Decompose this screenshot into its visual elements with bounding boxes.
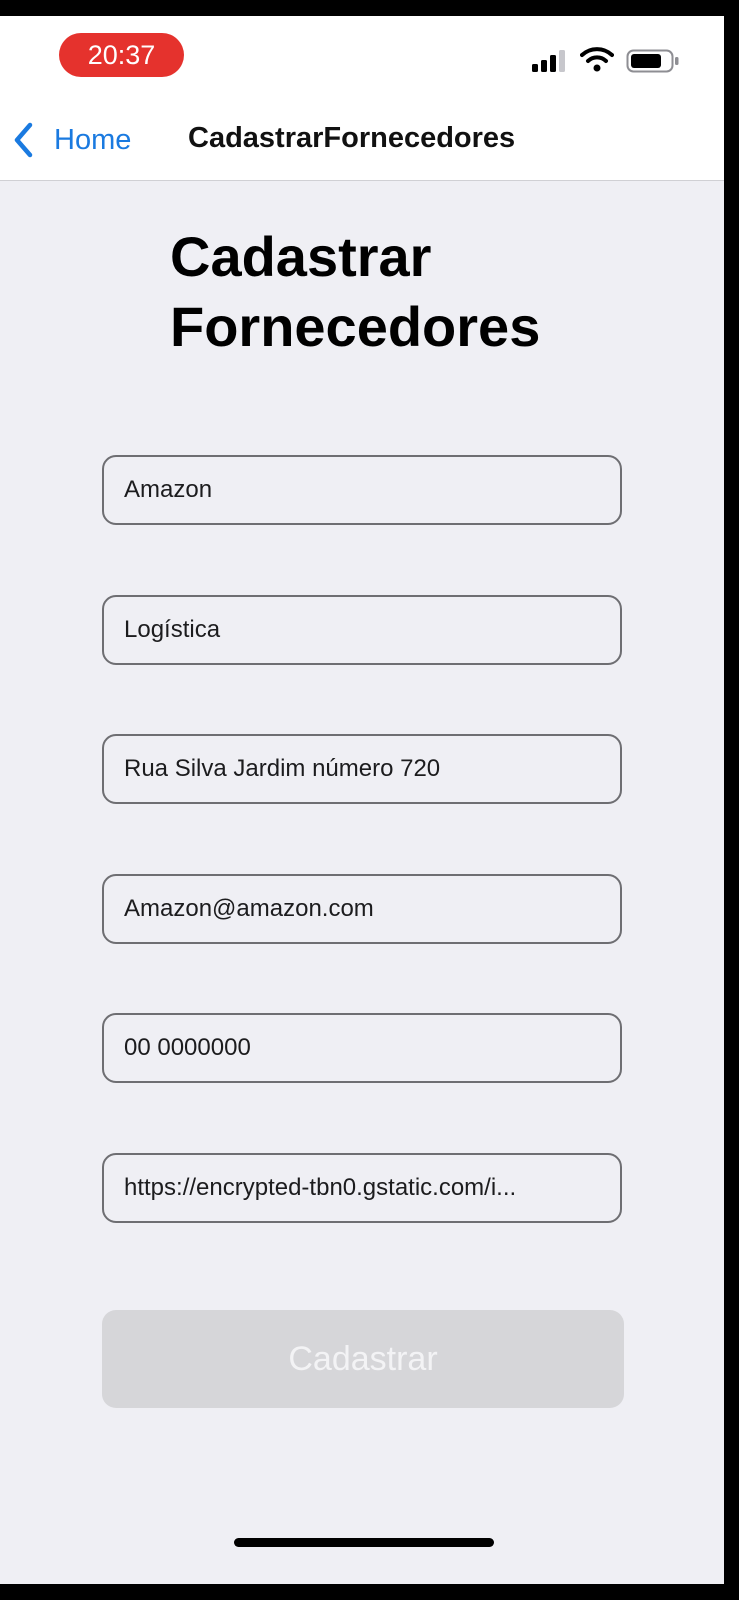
- supplier-name-field[interactable]: Amazon: [102, 455, 622, 525]
- chevron-left-icon: [14, 122, 33, 158]
- bottom-bezel: [0, 1584, 739, 1600]
- supplier-category-field[interactable]: Logística: [102, 595, 622, 665]
- navigation-bar: Home CadastrarFornecedores: [0, 100, 724, 181]
- nav-title: CadastrarFornecedores: [188, 122, 516, 154]
- supplier-phone-field[interactable]: 00 0000000: [102, 1013, 622, 1083]
- app-view: 20:37 Home CadastrarFornecedores Cadastr…: [0, 16, 724, 1584]
- register-button[interactable]: Cadastrar: [102, 1310, 624, 1408]
- supplier-image-url-field[interactable]: https://encrypted-tbn0.gstatic.com/i...: [102, 1153, 622, 1223]
- back-label: Home: [54, 123, 132, 156]
- cellular-signal-icon: [532, 50, 565, 72]
- page-title-line-1: Cadastrar: [170, 225, 432, 288]
- wifi-icon: [580, 47, 614, 72]
- supplier-address-field[interactable]: Rua Silva Jardim número 720: [102, 734, 622, 804]
- battery-icon: [626, 49, 679, 73]
- page-title: Cadastrar Fornecedores: [170, 222, 650, 362]
- status-bar: 20:37: [0, 16, 724, 100]
- phone-screen: 20:37 Home CadastrarFornecedores Cadastr…: [0, 0, 739, 1600]
- right-bezel: [724, 16, 739, 1584]
- back-button[interactable]: Home: [10, 118, 150, 162]
- supplier-email-field[interactable]: Amazon@amazon.com: [102, 874, 622, 944]
- page-title-line-2: Fornecedores: [170, 295, 541, 358]
- home-indicator: [234, 1538, 494, 1547]
- status-time: 20:37: [59, 33, 184, 77]
- top-bezel: [0, 0, 739, 16]
